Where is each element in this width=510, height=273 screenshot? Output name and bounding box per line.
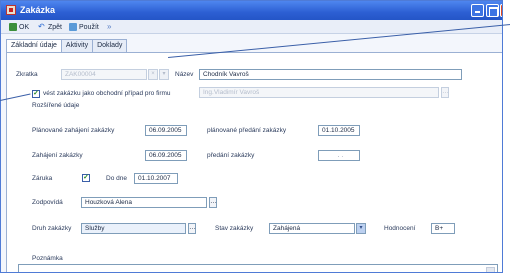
handover-field[interactable]: . . — [318, 150, 360, 161]
responsible-picker-button[interactable]: … — [209, 197, 217, 208]
tab-documents[interactable]: Doklady — [92, 39, 128, 52]
zkratka-field[interactable]: ZAK00004 — [61, 69, 147, 80]
firm-picker-button[interactable]: … — [441, 87, 449, 98]
tab-panel — [6, 52, 502, 272]
app-icon — [6, 5, 16, 15]
type-picker-button[interactable]: … — [188, 223, 196, 234]
tab-activities[interactable]: Aktivity — [60, 39, 94, 52]
rating-label: Hodnocení — [384, 225, 416, 232]
state-label: Stav zakázky — [215, 225, 254, 232]
planned-start-label: Plánované zahájení zakázky — [32, 127, 115, 134]
back-arrow-icon: ↶ — [38, 22, 45, 31]
section-title: Rozšířené údaje — [32, 102, 80, 109]
apply-label: Použít — [79, 23, 99, 31]
chevron-icon: » — [107, 22, 112, 31]
ok-label: OK — [19, 23, 30, 31]
start-label: Zahájení zakázky — [32, 152, 83, 159]
back-button[interactable]: ↶ Zpět — [38, 22, 62, 32]
responsible-field[interactable]: Houzková Alena — [81, 197, 207, 208]
zkratka-dropdown-icon[interactable]: ▾ — [159, 69, 169, 80]
tab-strip: Základní údaje Aktivity Doklady — [6, 39, 128, 53]
maximize-button[interactable] — [486, 4, 499, 17]
planned-handover-label: plánované předání zakázky — [207, 127, 287, 134]
type-label: Druh zakázky — [32, 225, 72, 232]
warranty-until-label: Do dne — [106, 175, 127, 182]
business-case-label: vést zakázku jako obchodní případ pro fi… — [43, 90, 171, 97]
back-label: Zpět — [48, 23, 63, 31]
responsible-label: Zodpovídá — [32, 199, 63, 206]
zkratka-chevron-icon[interactable]: × — [148, 69, 158, 80]
nazev-field[interactable]: Chodník Vavroš — [199, 69, 462, 80]
warranty-label: Záruka — [32, 175, 53, 182]
state-dropdown-icon[interactable]: ▾ — [356, 223, 366, 234]
planned-handover-field[interactable]: 01.10.2005 — [318, 125, 360, 136]
window: Zakázka OK ↶ Zpět Použít » Základní údaj… — [0, 0, 503, 273]
tab-basic-info[interactable]: Základní údaje — [6, 39, 62, 53]
rating-field[interactable]: B+ — [431, 223, 455, 234]
zkratka-label: Zkratka — [16, 71, 38, 78]
title-bar[interactable]: Zakázka — [1, 1, 502, 20]
ok-button[interactable]: OK — [9, 22, 29, 32]
planned-start-field[interactable]: 06.09.2005 — [145, 125, 187, 136]
start-field[interactable]: 06.09.2005 — [145, 150, 187, 161]
warranty-until-field[interactable]: 01.10.2007 — [134, 173, 178, 184]
firm-field[interactable]: Ing.Vladimír Vavroš — [199, 87, 439, 98]
apply-icon — [69, 23, 77, 31]
warranty-checkbox[interactable]: ✓ — [82, 174, 90, 182]
close-button[interactable] — [500, 4, 502, 17]
minimize-button[interactable] — [471, 4, 484, 17]
state-field[interactable]: Zahájená — [269, 223, 355, 234]
note-label: Poznámka — [32, 255, 63, 262]
type-field[interactable]: Služby — [81, 223, 186, 234]
apply-button[interactable]: Použít — [69, 22, 99, 32]
note-textarea[interactable] — [18, 264, 498, 272]
extra-tool-button[interactable]: » — [107, 22, 116, 32]
business-case-checkbox[interactable]: ✓ — [32, 90, 40, 98]
handover-label: předání zakázky — [207, 152, 255, 159]
ok-icon — [9, 23, 17, 31]
nazev-label: Název — [175, 71, 194, 78]
window-title: Zakázka — [20, 5, 56, 15]
